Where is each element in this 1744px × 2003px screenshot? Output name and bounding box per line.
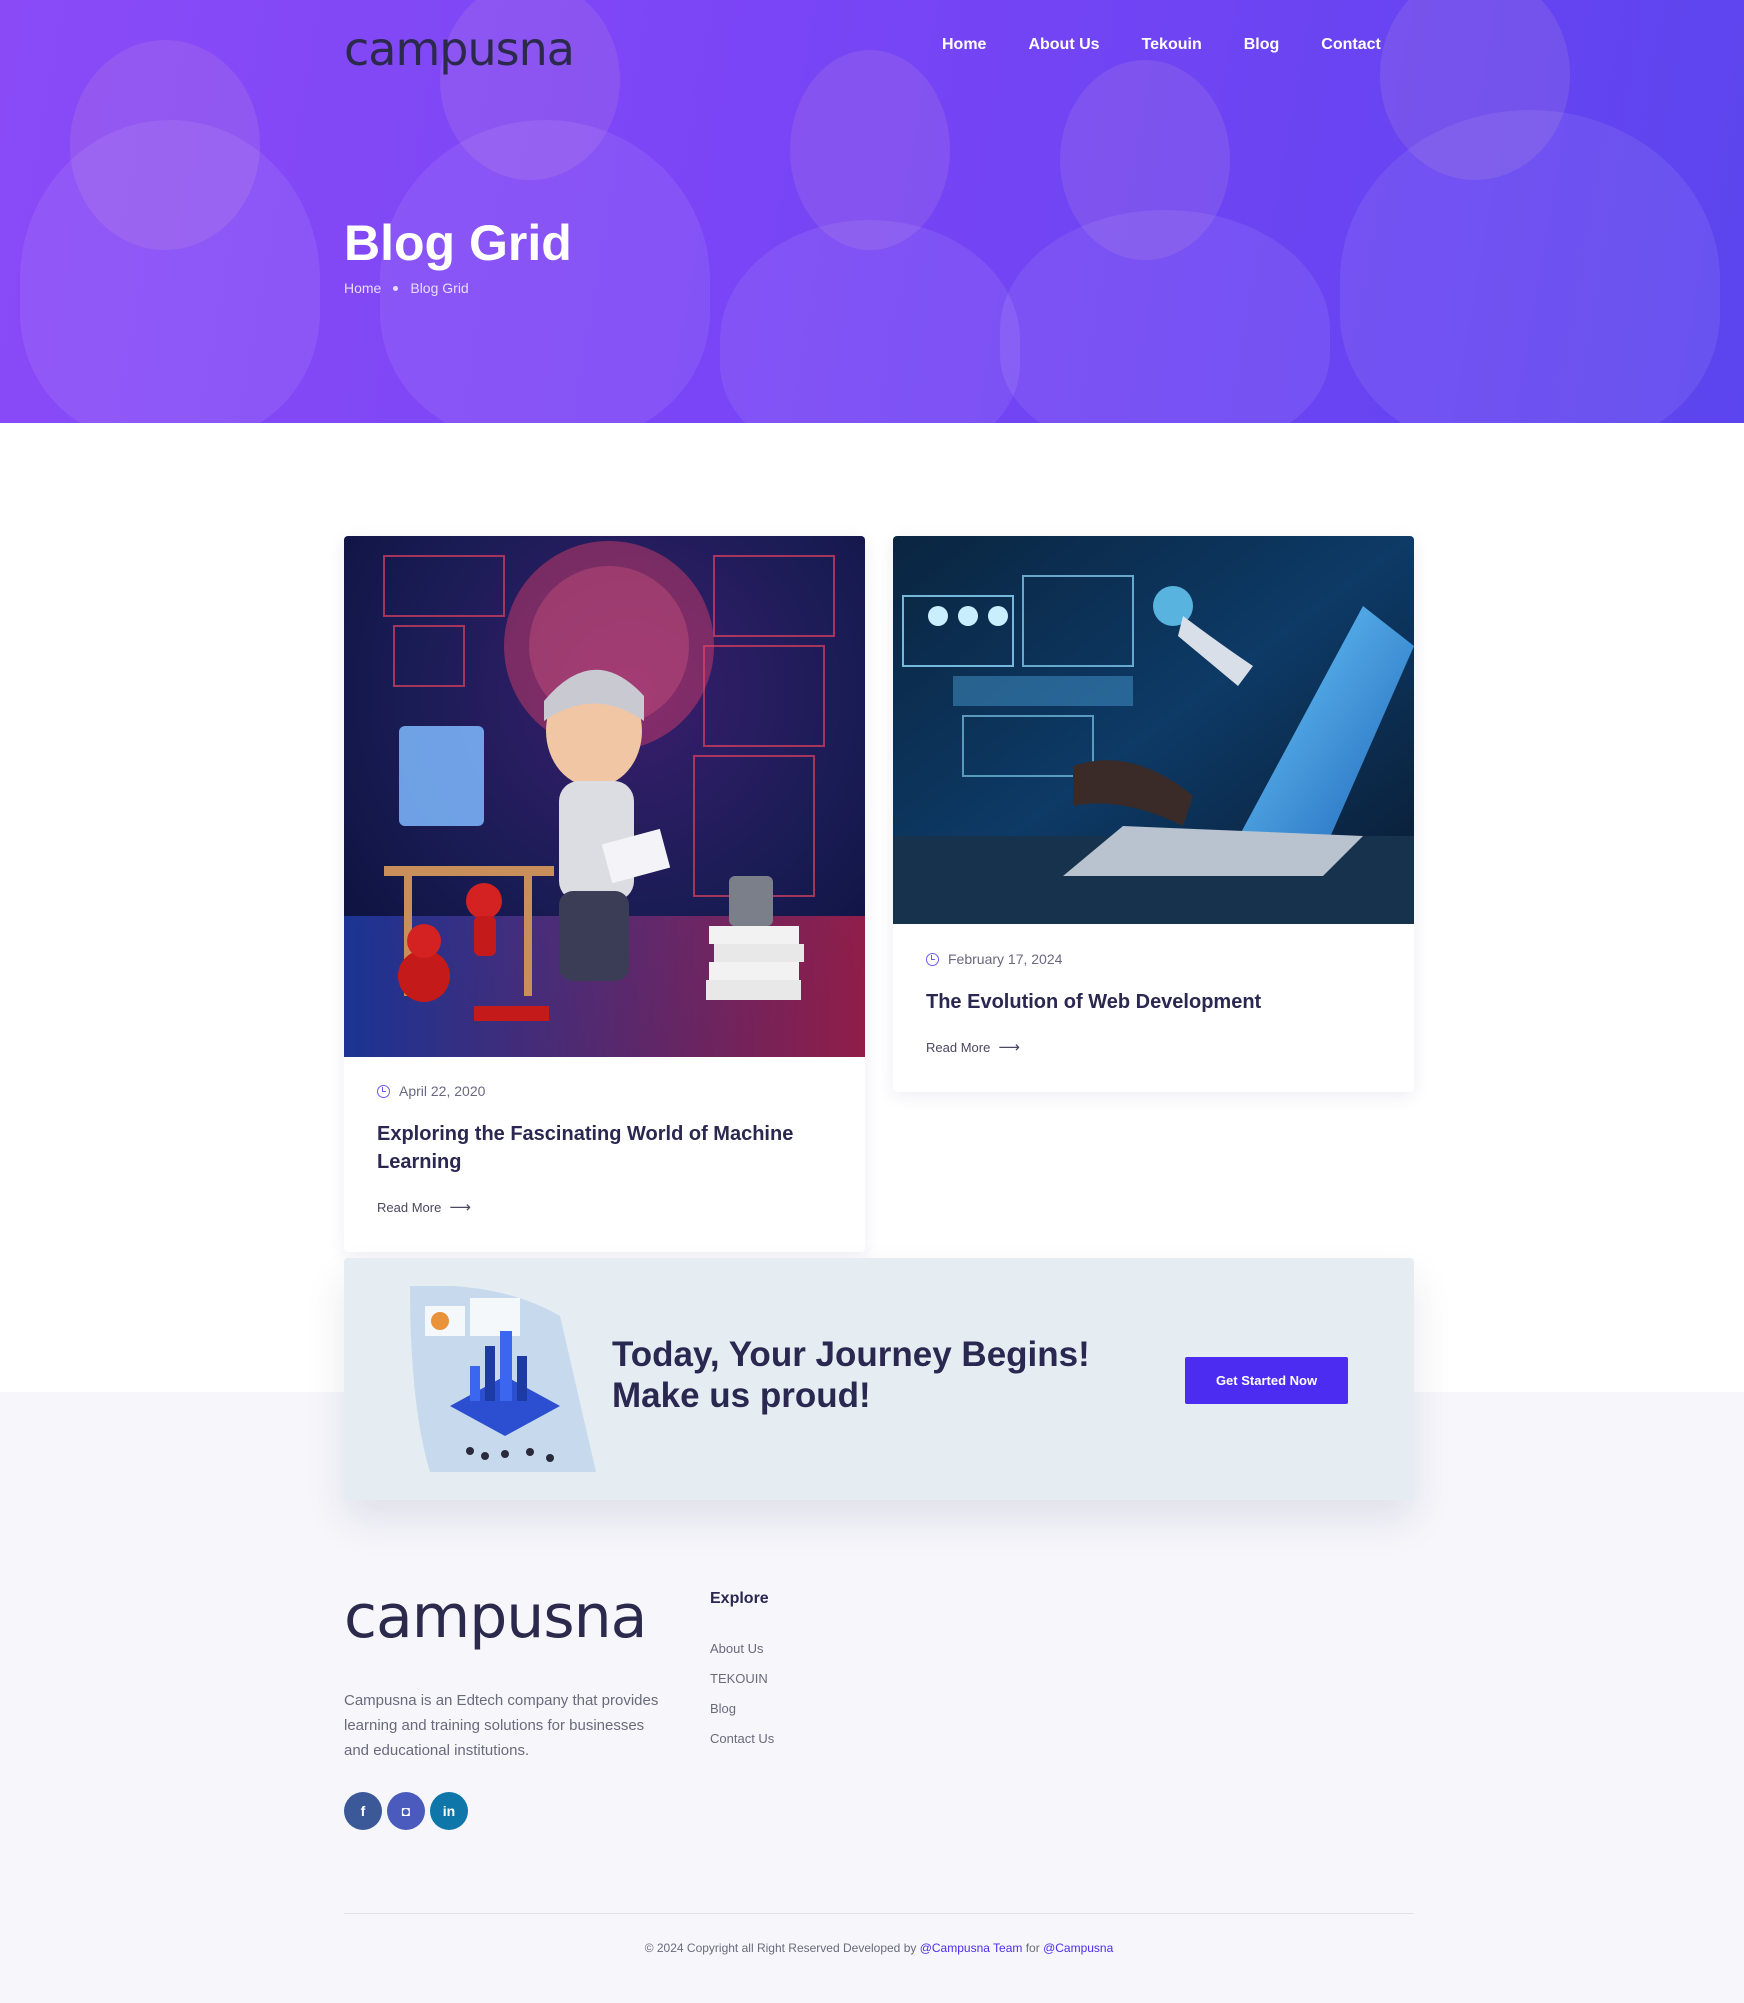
nav-about-us[interactable]: About Us (1028, 36, 1099, 54)
nav-home[interactable]: Home (942, 36, 986, 54)
breadcrumb-separator (393, 285, 399, 291)
read-more-link[interactable]: Read More ⟶ (926, 1038, 1020, 1056)
facebook-icon[interactable]: f (344, 1792, 382, 1830)
read-more-label: Read More (926, 1039, 991, 1055)
cta-banner: Today, Your Journey Begins! Make us prou… (344, 1258, 1414, 1500)
read-more-link[interactable]: Read More ⟶ (377, 1198, 471, 1216)
cta-headline-line-2: Make us proud! (612, 1376, 871, 1415)
footer-logo[interactable]: campusna (344, 1582, 647, 1652)
blog-card: April 22, 2020 Exploring the Fascinating… (344, 536, 865, 1252)
main-nav: Home About Us Tekouin Blog Contact (942, 36, 1423, 54)
get-started-button[interactable]: Get Started Now (1185, 1357, 1348, 1404)
clock-icon (926, 952, 939, 966)
post-date-text: April 22, 2020 (399, 1083, 486, 1099)
cta-illustration (410, 1286, 596, 1472)
footer-link-tekouin[interactable]: TEKOUIN (710, 1671, 768, 1686)
footer-divider (344, 1913, 1414, 1914)
read-more-label: Read More (377, 1199, 442, 1215)
breadcrumb-current: Blog Grid (410, 280, 469, 296)
clock-icon (377, 1084, 390, 1098)
cta-headline: Today, Your Journey Begins! Make us prou… (612, 1334, 1090, 1416)
nav-tekouin[interactable]: Tekouin (1142, 36, 1202, 54)
cta-headline-line-1: Today, Your Journey Begins! (612, 1335, 1090, 1374)
nav-blog[interactable]: Blog (1244, 36, 1280, 54)
post-date: April 22, 2020 (377, 1083, 485, 1099)
post-date-text: February 17, 2024 (948, 951, 1063, 967)
site-logo[interactable]: campusna (344, 22, 575, 76)
post-image-machine-learning[interactable] (344, 536, 865, 1057)
hero-banner: campusna Home About Us Tekouin Blog Cont… (0, 0, 1744, 423)
explore-heading: Explore (710, 1590, 769, 1607)
page-title: Blog Grid (344, 215, 572, 271)
arrow-right-icon: ⟶ (998, 1039, 1020, 1056)
arrow-right-icon: ⟶ (449, 1199, 471, 1216)
footer-description: Campusna is an Edtech company that provi… (344, 1692, 659, 1759)
copyright-team-link[interactable]: @Campusna Team (920, 1941, 1023, 1955)
copyright-middle: for (1022, 1941, 1044, 1955)
hero-background-photo (0, 0, 1744, 423)
linkedin-icon[interactable]: in (430, 1792, 468, 1830)
post-date: February 17, 2024 (926, 951, 1062, 967)
footer-link-contact-us[interactable]: Contact Us (710, 1731, 774, 1746)
copyright-prefix: © 2024 Copyright all Right Reserved Deve… (644, 1941, 920, 1955)
copyright: © 2024 Copyright all Right Reserved Deve… (0, 1941, 1744, 1955)
breadcrumb: Home Blog Grid (344, 280, 469, 296)
instagram-icon[interactable]: ◘ (387, 1792, 425, 1830)
copyright-brand-link[interactable]: @Campusna (1043, 1941, 1113, 1955)
post-title[interactable]: Exploring the Fascinating World of Machi… (377, 1120, 817, 1176)
blog-card: February 17, 2024 The Evolution of Web D… (893, 536, 1414, 1092)
footer-link-about-us[interactable]: About Us (710, 1641, 763, 1656)
post-image-web-development[interactable] (893, 536, 1414, 924)
post-title[interactable]: The Evolution of Web Development (926, 988, 1386, 1016)
nav-contact[interactable]: Contact (1321, 36, 1381, 54)
footer-link-blog[interactable]: Blog (710, 1701, 736, 1716)
breadcrumb-home[interactable]: Home (344, 280, 381, 296)
